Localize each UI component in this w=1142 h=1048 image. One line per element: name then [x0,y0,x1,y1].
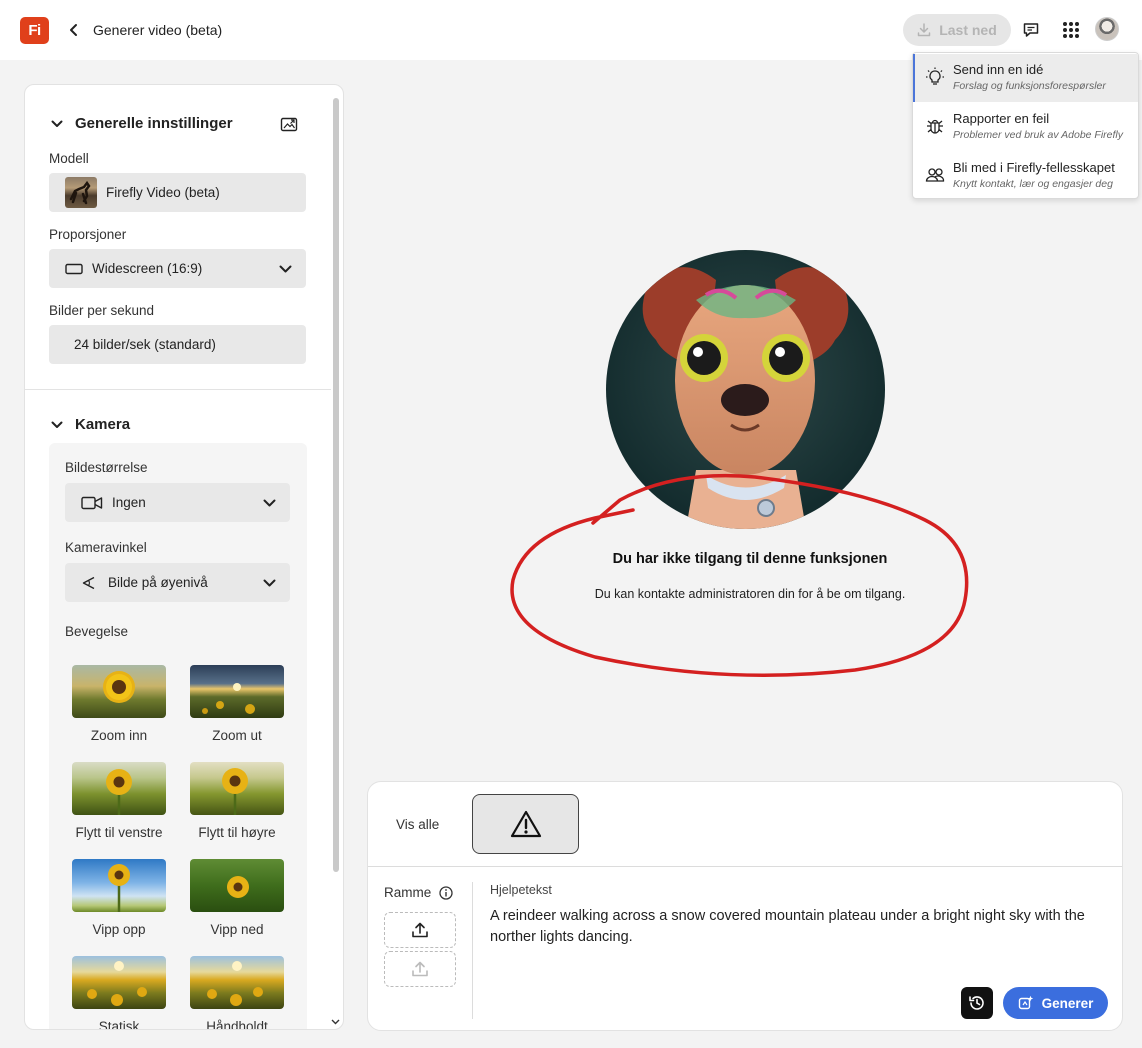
show-all-link[interactable]: Vis alle [396,817,439,832]
history-icon [969,996,984,1010]
sunflower-sky-thumbnail [72,859,166,912]
no-access-illustration [606,250,885,529]
community-icon [925,168,945,182]
motion-static[interactable]: Statisk [71,956,167,1029]
sunflower-field-thumbnail [72,956,166,1009]
motion-handheld[interactable]: Håndholdt [189,956,285,1029]
model-thumbnail [65,177,97,208]
camera-options: Bildestørrelse Ingen Kameravinkel Bilde … [49,443,307,1029]
video-camera-icon [81,496,103,509]
warning-icon [510,810,541,838]
camera-section-header[interactable]: Kamera [51,416,130,433]
info-icon[interactable] [439,885,453,900]
settings-scrollbar[interactable] [333,98,339,872]
generate-button[interactable]: Generer [1003,987,1108,1019]
settings-panel: Generelle innstillinger Modell Firefly V… [24,84,344,1030]
motion-zoom-out[interactable]: Zoom ut [189,665,285,743]
apps-grid-icon[interactable] [1059,18,1083,42]
chevron-down-icon [51,421,63,428]
frame-section: Ramme [384,885,453,900]
chevron-down-icon [263,579,276,586]
page-title: Generer video (beta) [93,22,223,38]
sunflower-thumbnail [72,762,166,815]
menu-item-report-bug[interactable]: Rapporter en feil Problemer ved bruk av … [913,103,1138,151]
general-settings-header[interactable]: Generelle innstillinger [51,115,233,132]
prompt-vertical-divider [472,882,473,1019]
user-avatar[interactable] [1095,17,1119,41]
menu-item-submit-idea[interactable]: Send inn en idé Forslag og funksjonsfore… [913,54,1138,102]
chevron-down-icon [51,120,63,127]
top-bar: Fi Generer video (beta) Last ned [0,0,1142,60]
motion-tilt-down[interactable]: Vipp ned [189,859,285,937]
upload-icon [412,961,428,977]
first-frame-upload[interactable] [384,912,456,948]
prompt-divider [368,866,1122,867]
model-label: Modell [49,151,89,166]
lightbulb-icon [926,67,944,85]
sunflower-grass-thumbnail [190,859,284,912]
scroll-down-icon[interactable] [331,1017,340,1027]
generate-sparkle-icon [1018,995,1033,1010]
history-button[interactable] [961,987,993,1019]
sunflower-field-thumbnail [190,956,284,1009]
shot-size-select[interactable]: Ingen [65,483,290,522]
camera-angle-select[interactable]: Bilde på øyenivå [65,563,290,602]
camera-angle-icon [82,576,95,589]
aspect-ratio-select[interactable]: Widescreen (16:9) [49,249,306,288]
aspect-ratio-label: Proporsjoner [49,227,127,242]
prompt-label: Hjelpetekst [490,883,552,897]
prompt-panel: Vis alle Ramme Hjelpetekst A reindeer wa… [367,781,1123,1031]
fps-select[interactable]: 24 bilder/sek (standard) [49,325,306,364]
no-access-message: Du kan kontakte administratoren din for … [594,587,906,601]
last-frame-upload[interactable] [384,951,456,987]
camera-angle-label: Kameravinkel [65,540,147,555]
model-select[interactable]: Firefly Video (beta) [49,173,306,212]
sunflower-thumbnail [72,665,166,718]
feedback-icon[interactable] [1019,18,1043,42]
section-divider [25,389,331,390]
chevron-down-icon [279,265,292,272]
download-icon [917,23,931,37]
motion-pan-right[interactable]: Flytt til høyre [189,762,285,840]
reference-image-icon[interactable] [280,116,298,136]
warning-tile[interactable] [472,794,579,854]
sunflower-thumbnail [190,762,284,815]
widescreen-icon [65,263,83,274]
motion-pan-left[interactable]: Flytt til venstre [71,762,167,840]
motion-label: Bevegelse [65,624,129,639]
motion-tilt-up[interactable]: Vipp opp [71,859,167,937]
shot-size-label: Bildestørrelse [65,460,148,475]
menu-item-join-community[interactable]: Bli med i Firefly-fellesskapet Knytt kon… [913,152,1138,200]
fps-label: Bilder per sekund [49,303,155,318]
no-access-title: Du har ikke tilgang til denne funksjonen [612,551,888,567]
upload-icon [412,922,428,938]
prompt-input[interactable]: A reindeer walking across a snow covered… [490,906,1110,948]
back-chevron-icon[interactable] [66,21,82,39]
motion-zoom-in[interactable]: Zoom inn [71,665,167,743]
sunflower-field-thumbnail [190,665,284,718]
bug-icon [927,119,943,134]
chevron-down-icon [263,499,276,506]
firefly-logo[interactable]: Fi [20,17,49,44]
feedback-menu: Send inn en idé Forslag og funksjonsfore… [912,52,1139,199]
download-button[interactable]: Last ned [903,14,1011,46]
